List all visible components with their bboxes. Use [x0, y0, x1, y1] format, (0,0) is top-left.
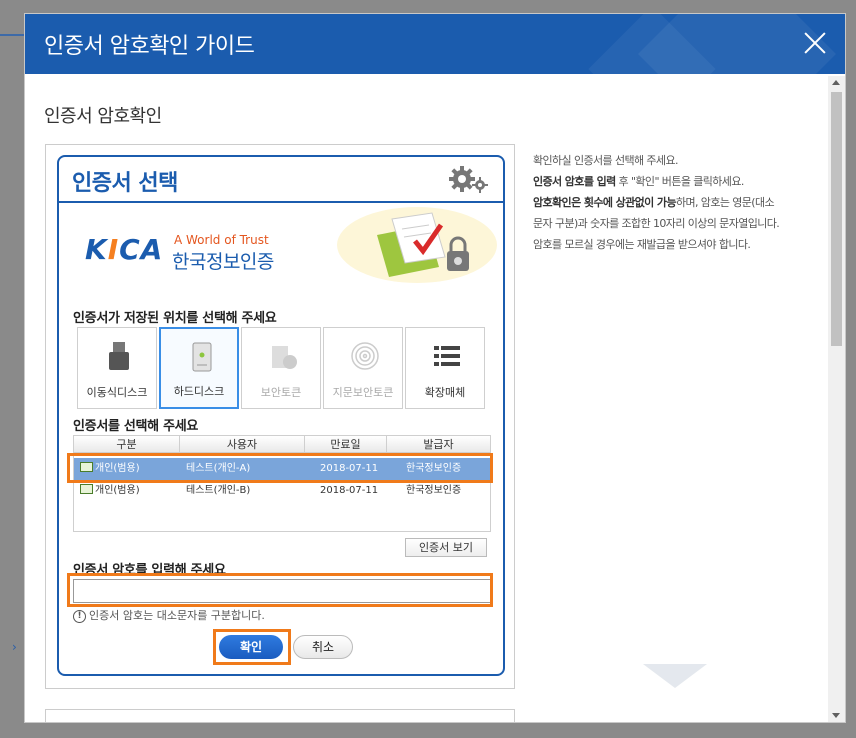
column-header: 구분	[74, 436, 180, 453]
section-title: 인증서 암호확인	[44, 106, 162, 127]
guide-line-1: 확인하실 인증서를 선택해 주세요.	[533, 154, 678, 167]
guide-line-2: 인증서 암호를 입력 후 "확인" 버튼을 클릭하세요.	[533, 171, 783, 192]
scroll-up-icon[interactable]	[832, 80, 840, 85]
media-extended[interactable]: 확장매체	[405, 327, 485, 409]
cert-expires: 2018-07-11	[320, 485, 379, 496]
kica-banner: KICA A World of Trust 한국정보인증	[59, 205, 503, 287]
guide-text: 확인하실 인증서를 선택해 주세요. 인증서 암호를 입력 후 "확인" 버튼을…	[533, 150, 783, 255]
media-label: 지문보안토큰	[332, 386, 394, 399]
table-row[interactable]: 개인(범용) 테스트(개인-B) 2018-07-11 한국정보인증	[74, 480, 490, 502]
guide-modal: 인증서 암호확인 가이드 인증서 암호확인 인증서 선택 KICA A Worl…	[24, 13, 846, 723]
highlight-selected-row	[67, 453, 493, 483]
gear-icon	[449, 166, 488, 193]
cert-type: 개인(범용)	[95, 485, 140, 496]
down-arrow-icon	[643, 664, 707, 688]
scroll-down-icon[interactable]	[832, 713, 840, 718]
certificate-table: 구분 사용자 만료일 발급자 개인(범용) 테스트(개인-A) 2018-07-…	[73, 435, 491, 532]
scrollbar[interactable]	[828, 76, 845, 722]
close-icon[interactable]	[803, 31, 827, 55]
certificate-folder-icon	[337, 207, 497, 283]
cert-user: 테스트(개인-B)	[186, 485, 251, 496]
background-accent	[0, 34, 24, 36]
view-certificate-button[interactable]: 인증서 보기	[405, 538, 487, 557]
highlight-password-input	[67, 573, 493, 607]
guide-line-2-text: 후 "확인" 버튼을 클릭하세요.	[615, 175, 745, 188]
kica-name: 한국정보인증	[172, 251, 274, 273]
media-fingerprint-token: 지문보안토큰	[323, 327, 403, 409]
hard-disk-icon	[192, 342, 212, 372]
cert-issuer: 한국정보인증	[406, 485, 462, 496]
guide-line-3-emphasis: 암호확인은 횟수에 상관없이 가능	[533, 196, 677, 209]
guide-line-3: 암호확인은 횟수에 상관없이 가능하며, 암호는 영문(대소문자 구분)과 숫자…	[533, 192, 783, 255]
security-token-icon	[272, 346, 297, 369]
guide-image-frame: 인증서 선택 KICA A World of Trust 한국정보인증 인증서가…	[45, 144, 515, 689]
column-header: 사용자	[180, 436, 305, 453]
kica-logo: KICA	[85, 233, 164, 266]
column-header: 만료일	[305, 436, 387, 453]
media-removable-disk[interactable]: 이동식디스크	[77, 327, 157, 409]
ok-button[interactable]: 확인	[219, 635, 283, 659]
guide-line-2-emphasis: 인증서 암호를 입력	[533, 175, 616, 188]
kica-tagline: A World of Trust	[174, 233, 269, 247]
media-security-token: 보안토큰	[241, 327, 321, 409]
cert-select-dialog: 인증서 선택 KICA A World of Trust 한국정보인증 인증서가…	[57, 155, 505, 676]
media-label: 보안토큰	[260, 386, 302, 399]
cert-dialog-header: 인증서 선택	[59, 157, 503, 203]
scroll-thumb[interactable]	[831, 92, 842, 346]
modal-title: 인증서 암호확인 가이드	[44, 34, 255, 59]
usb-drive-icon	[109, 342, 129, 370]
location-label: 인증서가 저장된 위치를 선택해 주세요	[73, 311, 277, 326]
cancel-button[interactable]: 취소	[293, 635, 353, 659]
info-icon: !	[73, 609, 86, 623]
media-hard-disk[interactable]: 하드디스크	[159, 327, 239, 409]
media-label: 확장매체	[424, 386, 466, 399]
fingerprint-icon	[351, 342, 379, 370]
cert-dialog-title: 인증서 선택	[72, 171, 178, 196]
column-header: 발급자	[387, 436, 490, 453]
select-cert-label: 인증서를 선택해 주세요	[73, 419, 199, 434]
modal-header: 인증서 암호확인 가이드	[25, 14, 845, 74]
cert-type-cell: 개인(범용)	[80, 480, 140, 502]
case-sensitive-note: ! 인증서 암호는 대소문자를 구분합니다.	[73, 607, 265, 623]
note-text: 인증서 암호는 대소문자를 구분합니다.	[89, 609, 265, 622]
next-guide-frame	[45, 709, 515, 722]
media-label: 이동식디스크	[86, 386, 148, 399]
certificate-icon	[80, 484, 93, 494]
media-label: 하드디스크	[173, 385, 225, 398]
list-icon	[434, 346, 460, 366]
background-chevron-icon: ›	[12, 640, 17, 654]
